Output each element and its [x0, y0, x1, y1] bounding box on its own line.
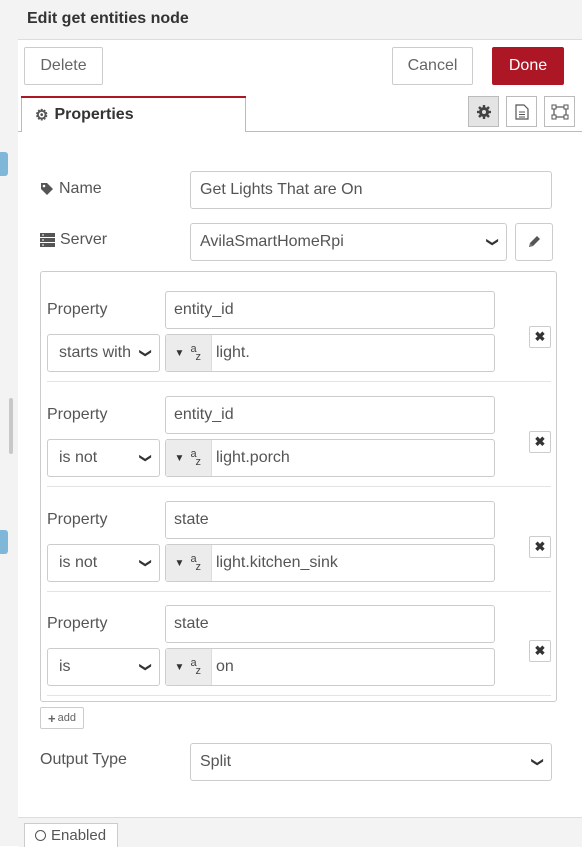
cancel-button[interactable]: Cancel [392, 47, 473, 85]
chevron-down-icon: ❯ [485, 236, 500, 248]
string-type-icon: az [190, 343, 201, 363]
name-field[interactable]: Get Lights That are On [190, 171, 552, 209]
server-label-text: Server [60, 231, 108, 248]
workspace-scrollbar[interactable] [9, 398, 13, 454]
rule-property-input[interactable]: state [165, 501, 495, 539]
rule-value-text: light.porch [216, 449, 290, 466]
close-icon: ✖ [534, 539, 546, 554]
caret-down-icon: ▼ [174, 452, 185, 464]
string-type-icon: az [190, 657, 201, 677]
edit-server-button[interactable] [515, 223, 553, 261]
add-rule-label: add [57, 712, 76, 724]
rule-property-label: Property [47, 301, 108, 318]
rule-value-text: light.kitchen_sink [216, 554, 338, 571]
rule-operator-select[interactable]: is ❯ [47, 648, 160, 686]
done-button[interactable]: Done [492, 47, 564, 85]
description-icon [514, 103, 529, 120]
output-type-value: Split [200, 753, 232, 770]
gear-icon [476, 104, 491, 119]
server-label: Server [40, 231, 107, 249]
rule-operator-value: is not [59, 449, 98, 466]
plus-icon: + [48, 710, 56, 726]
rule-property-label: Property [47, 615, 108, 632]
rules-list: Property entity_id starts with ❯ ▼ az li… [40, 271, 557, 702]
tab-description[interactable] [506, 96, 537, 127]
enabled-toggle[interactable]: Enabled [24, 823, 118, 847]
rule-operator-value: starts with [59, 344, 132, 361]
chevron-down-icon: ❯ [138, 452, 153, 464]
workspace-edge [0, 0, 19, 846]
remove-rule-button[interactable]: ✖ [529, 640, 551, 662]
tab-settings[interactable] [468, 96, 499, 127]
remove-rule-button[interactable]: ✖ [529, 431, 551, 453]
dialog-header: Edit get entities node [18, 0, 582, 40]
gear-icon: ⚙ [35, 106, 49, 124]
rule-value-input[interactable]: ▼ az light.kitchen_sink [165, 544, 495, 582]
delete-button[interactable]: Delete [24, 47, 103, 85]
rule-row: Property state is not ❯ ▼ az light.kitch… [47, 487, 551, 592]
rule-value-input[interactable]: ▼ az light. [165, 334, 495, 372]
server-icon [40, 233, 55, 247]
chevron-down-icon: ❯ [138, 557, 153, 569]
caret-down-icon: ▼ [174, 557, 185, 569]
output-type-label: Output Type [40, 751, 127, 768]
rule-operator-value: is not [59, 554, 98, 571]
close-icon: ✖ [534, 643, 546, 658]
rule-property-label: Property [47, 406, 108, 423]
string-type-icon: az [190, 553, 201, 573]
rule-property-input[interactable]: entity_id [165, 291, 495, 329]
rule-operator-select[interactable]: is not ❯ [47, 544, 160, 582]
caret-down-icon: ▼ [174, 661, 185, 673]
tab-properties-label: Properties [54, 105, 134, 123]
edit-dialog: Edit get entities node Delete Cancel Don… [18, 0, 582, 847]
output-type-select[interactable]: Split ❯ [190, 743, 552, 781]
rule-property-label: Property [47, 511, 108, 528]
value-type-selector[interactable]: ▼ az [166, 335, 212, 371]
remove-rule-button[interactable]: ✖ [529, 326, 551, 348]
rule-operator-value: is [59, 658, 71, 675]
add-rule-button[interactable]: + add [40, 707, 84, 729]
close-icon: ✖ [534, 329, 546, 344]
rule-row: Property state is ❯ ▼ az on ✖ [47, 591, 551, 696]
appearance-icon [551, 104, 568, 119]
rule-value-text: on [216, 658, 234, 675]
rule-row: Property entity_id is not ❯ ▼ az light.p… [47, 382, 551, 487]
value-type-selector[interactable]: ▼ az [166, 440, 212, 476]
server-select[interactable]: AvilaSmartHomeRpi ❯ [190, 223, 507, 261]
tag-icon [41, 183, 53, 195]
rule-property-input[interactable]: state [165, 605, 495, 643]
chevron-down-icon: ❯ [138, 347, 153, 359]
workspace-node [0, 530, 8, 554]
rule-operator-select[interactable]: is not ❯ [47, 439, 160, 477]
workspace-node [0, 152, 8, 176]
value-type-selector[interactable]: ▼ az [166, 649, 212, 685]
enabled-label: Enabled [51, 827, 107, 844]
dialog-footer: Enabled [18, 817, 582, 847]
string-type-icon: az [190, 448, 201, 468]
circle-icon [35, 830, 46, 841]
remove-rule-button[interactable]: ✖ [529, 536, 551, 558]
name-label-text: Name [59, 180, 102, 197]
rule-value-input[interactable]: ▼ az light.porch [165, 439, 495, 477]
name-label: Name [40, 180, 102, 198]
pencil-icon [529, 236, 540, 247]
dialog-title: Edit get entities node [27, 10, 189, 27]
tab-appearance[interactable] [544, 96, 575, 127]
rule-property-input[interactable]: entity_id [165, 396, 495, 434]
rule-value-text: light. [216, 344, 250, 361]
server-select-value: AvilaSmartHomeRpi [200, 233, 344, 250]
rule-value-input[interactable]: ▼ az on [165, 648, 495, 686]
rule-row: Property entity_id starts with ❯ ▼ az li… [47, 277, 551, 382]
caret-down-icon: ▼ [174, 347, 185, 359]
close-icon: ✖ [534, 434, 546, 449]
value-type-selector[interactable]: ▼ az [166, 545, 212, 581]
tab-properties[interactable]: ⚙ Properties [21, 96, 246, 132]
rule-operator-select[interactable]: starts with ❯ [47, 334, 160, 372]
chevron-down-icon: ❯ [138, 661, 153, 673]
chevron-down-icon: ❯ [530, 756, 545, 768]
